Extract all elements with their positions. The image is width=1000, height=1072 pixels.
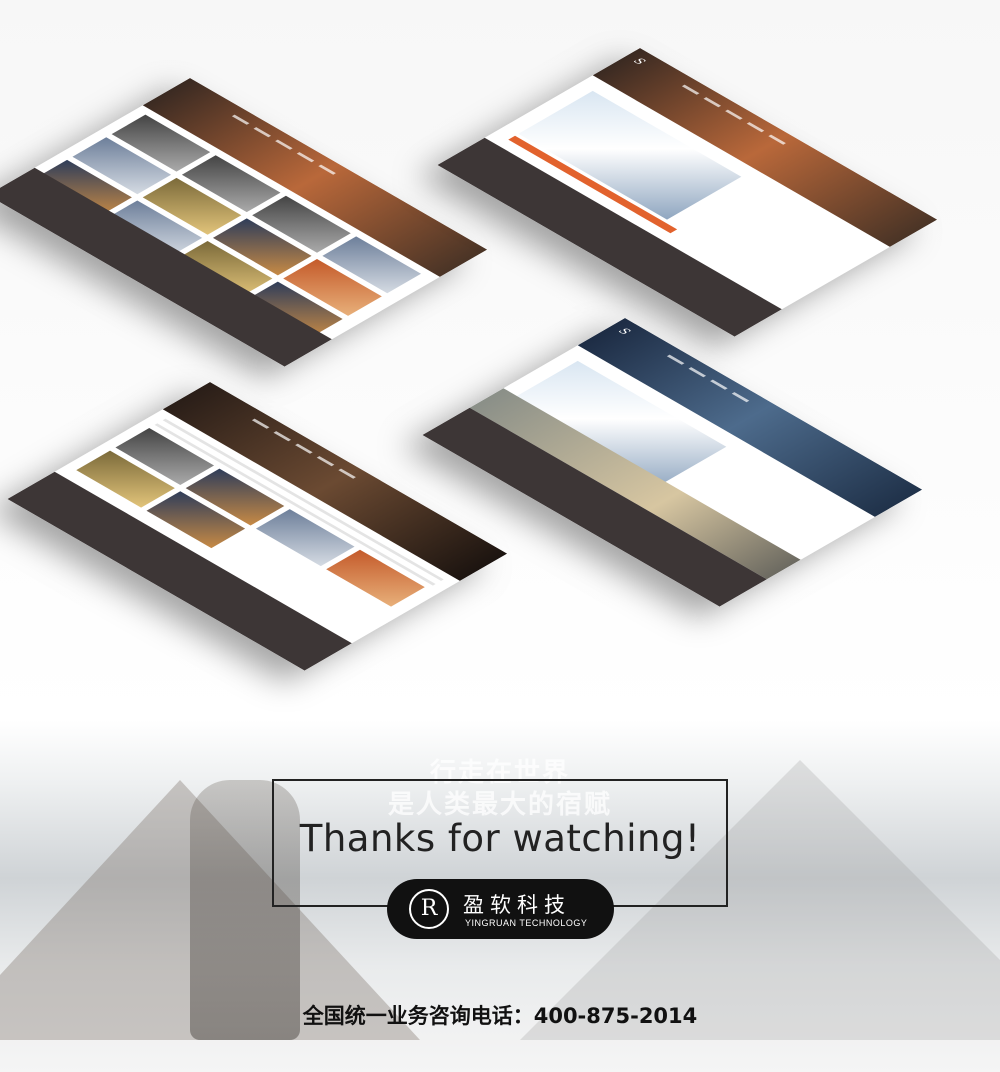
mockup-logo: S: [615, 326, 633, 337]
mockup-logo: S: [630, 56, 648, 67]
brand-name-en: YINGRUAN TECHNOLOGY: [465, 918, 588, 928]
mockup-gallery: [0, 78, 488, 367]
brand-badge: R 盈软科技 YINGRUAN TECHNOLOGY: [387, 879, 614, 939]
brand-name-cn: 盈软科技: [463, 893, 571, 917]
thanks-banner: 行走在世界 是人类最大的宿赋 Thanks for watching! R 盈软…: [0, 720, 1000, 1072]
mockup-services: [7, 382, 508, 671]
mockup-showcase: S S: [0, 0, 1000, 720]
mockup-about: S: [422, 318, 923, 607]
mockup-nav: [666, 354, 750, 403]
mockup-nav: [251, 418, 356, 479]
thanks-text: Thanks for watching!: [299, 817, 701, 860]
hotline-text: 全国统一业务咨询电话：400-875-2014: [302, 1004, 698, 1028]
brand-logo-icon: R: [409, 889, 449, 929]
mockup-nav: [681, 84, 786, 145]
mockup-article: S: [437, 48, 938, 337]
mockup-nav: [231, 114, 336, 175]
